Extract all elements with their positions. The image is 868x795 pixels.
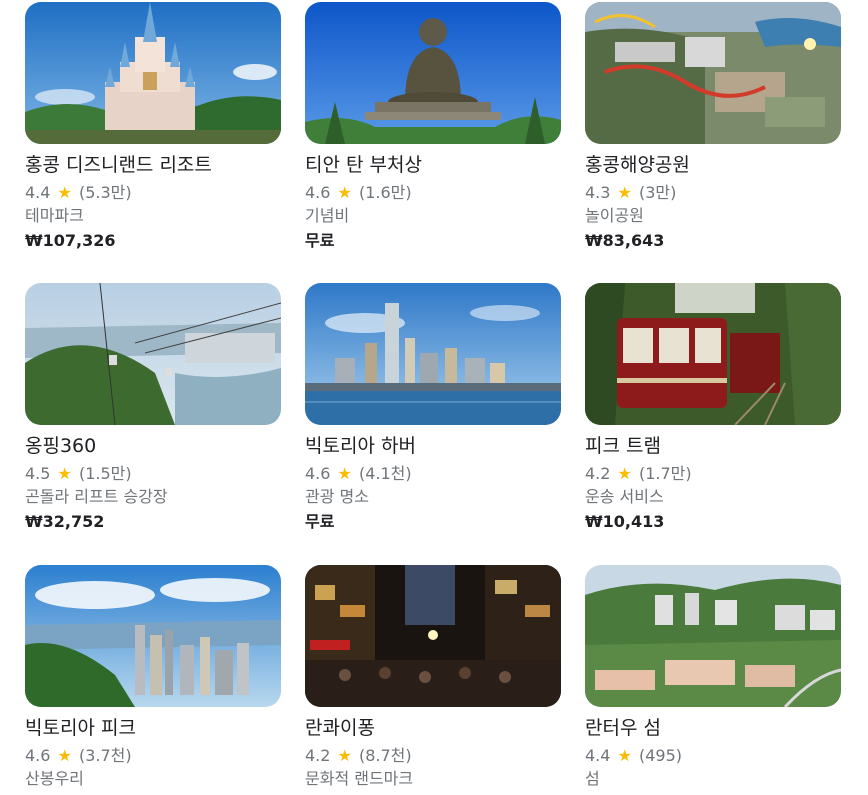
star-icon: ★	[57, 464, 72, 483]
place-category: 놀이공원	[585, 206, 644, 225]
place-card-lantau-island[interactable]: 란터우 섬 4.4 ★ (495) 섬	[585, 565, 841, 789]
rating-value: 4.3	[585, 183, 611, 202]
buddha-statue-photo[interactable]	[305, 2, 561, 144]
place-card-big-buddha[interactable]: 티안 탄 부처상 4.6 ★ (1.6만) 기념비 무료	[305, 2, 561, 251]
review-count: (3.7천)	[78, 746, 132, 765]
rating-value: 4.2	[305, 746, 331, 765]
place-rating: 4.3 ★ (3만)	[585, 183, 841, 203]
place-rating: 4.2 ★ (1.7만)	[585, 464, 841, 484]
review-count: (1.7만)	[638, 464, 692, 483]
rating-value: 4.6	[305, 183, 331, 202]
star-icon: ★	[57, 746, 72, 765]
place-rating: 4.6 ★ (1.6만)	[305, 183, 561, 203]
place-rating: 4.6 ★ (4.1천)	[305, 464, 561, 484]
place-category: 섬	[585, 769, 600, 788]
review-count: (3만)	[638, 183, 677, 202]
place-price: ₩83,643	[585, 231, 665, 250]
place-card-victoria-peak[interactable]: 빅토리아 피크 4.6 ★ (3.7천) 산봉우리	[25, 565, 281, 789]
place-rating: 4.6 ★ (3.7천)	[25, 746, 281, 766]
rating-value: 4.4	[25, 183, 51, 202]
place-title[interactable]: 빅토리아 하버	[305, 434, 561, 458]
place-title[interactable]: 빅토리아 피크	[25, 716, 281, 740]
review-count: (1.6만)	[358, 183, 412, 202]
peak-view-photo[interactable]	[25, 565, 281, 707]
place-title[interactable]: 홍콩해양공원	[585, 153, 841, 177]
rating-value: 4.4	[585, 746, 611, 765]
review-count: (8.7천)	[358, 746, 412, 765]
island-town-photo[interactable]	[585, 565, 841, 707]
place-rating: 4.5 ★ (1.5만)	[25, 464, 281, 484]
place-category: 기념비	[305, 206, 350, 225]
place-card-ngong-ping-360[interactable]: 옹핑360 4.5 ★ (1.5만) 곤돌라 리프트 승강장 ₩32,752	[25, 283, 281, 532]
tram-image	[585, 283, 841, 425]
review-count: (5.3만)	[78, 183, 132, 202]
place-card-lan-kwai-fong[interactable]: 란콰이퐁 4.2 ★ (8.7천) 문화적 랜드마크	[305, 565, 561, 789]
place-price: ₩10,413	[585, 512, 665, 531]
place-price: ₩32,752	[25, 512, 105, 531]
rating-value: 4.2	[585, 464, 611, 483]
place-rating: 4.2 ★ (8.7천)	[305, 746, 561, 766]
place-price: ₩107,326	[25, 231, 116, 250]
rating-value: 4.6	[25, 746, 51, 765]
place-title[interactable]: 티안 탄 부처상	[305, 153, 561, 177]
night-street-photo[interactable]	[305, 565, 561, 707]
place-card-ocean-park[interactable]: 홍콩해양공원 4.3 ★ (3만) 놀이공원 ₩83,643	[585, 2, 841, 251]
review-count: (495)	[638, 746, 683, 765]
star-icon: ★	[57, 183, 72, 202]
place-category: 운송 서비스	[585, 487, 664, 506]
star-icon: ★	[617, 746, 632, 765]
castle-image	[25, 2, 281, 144]
place-category: 산봉우리	[25, 769, 84, 788]
place-title[interactable]: 옹핑360	[25, 434, 281, 458]
place-category: 문화적 랜드마크	[305, 769, 414, 788]
buddha-image	[305, 2, 561, 144]
castle-photo[interactable]	[25, 2, 281, 144]
place-category: 곤돌라 리프트 승강장	[25, 487, 168, 506]
star-icon: ★	[337, 746, 352, 765]
place-price: 무료	[305, 231, 335, 250]
place-card-peak-tram[interactable]: 피크 트램 4.2 ★ (1.7만) 운송 서비스 ₩10,413	[585, 283, 841, 532]
place-rating: 4.4 ★ (495)	[585, 746, 841, 766]
review-count: (1.5만)	[78, 464, 132, 483]
red-tram-photo[interactable]	[585, 283, 841, 425]
cable-car-photo[interactable]	[25, 283, 281, 425]
ocean-park-image	[585, 2, 841, 144]
cable-car-image	[25, 283, 281, 425]
place-price: 무료	[305, 512, 335, 531]
place-title[interactable]: 란콰이퐁	[305, 716, 561, 740]
peak-image	[25, 565, 281, 707]
place-title[interactable]: 란터우 섬	[585, 716, 841, 740]
star-icon: ★	[617, 183, 632, 202]
review-count: (4.1천)	[358, 464, 412, 483]
rating-value: 4.6	[305, 464, 331, 483]
place-category: 관광 명소	[305, 487, 369, 506]
theme-park-aerial-photo[interactable]	[585, 2, 841, 144]
place-card-disneyland[interactable]: 홍콩 디즈니랜드 리조트 4.4 ★ (5.3만) 테마파크 ₩107,326	[25, 2, 281, 251]
lantau-image	[585, 565, 841, 707]
star-icon: ★	[337, 183, 352, 202]
place-rating: 4.4 ★ (5.3만)	[25, 183, 281, 203]
place-title[interactable]: 홍콩 디즈니랜드 리조트	[25, 153, 281, 177]
lan-kwai-fong-image	[305, 565, 561, 707]
star-icon: ★	[337, 464, 352, 483]
place-title[interactable]: 피크 트램	[585, 434, 841, 458]
rating-value: 4.5	[25, 464, 51, 483]
harbour-image	[305, 283, 561, 425]
star-icon: ★	[617, 464, 632, 483]
place-category: 테마파크	[25, 206, 84, 225]
harbour-skyline-photo[interactable]	[305, 283, 561, 425]
place-card-victoria-harbour[interactable]: 빅토리아 하버 4.6 ★ (4.1천) 관광 명소 무료	[305, 283, 561, 532]
places-grid: 홍콩 디즈니랜드 리조트 4.4 ★ (5.3만) 테마파크 ₩107,326	[0, 0, 868, 795]
